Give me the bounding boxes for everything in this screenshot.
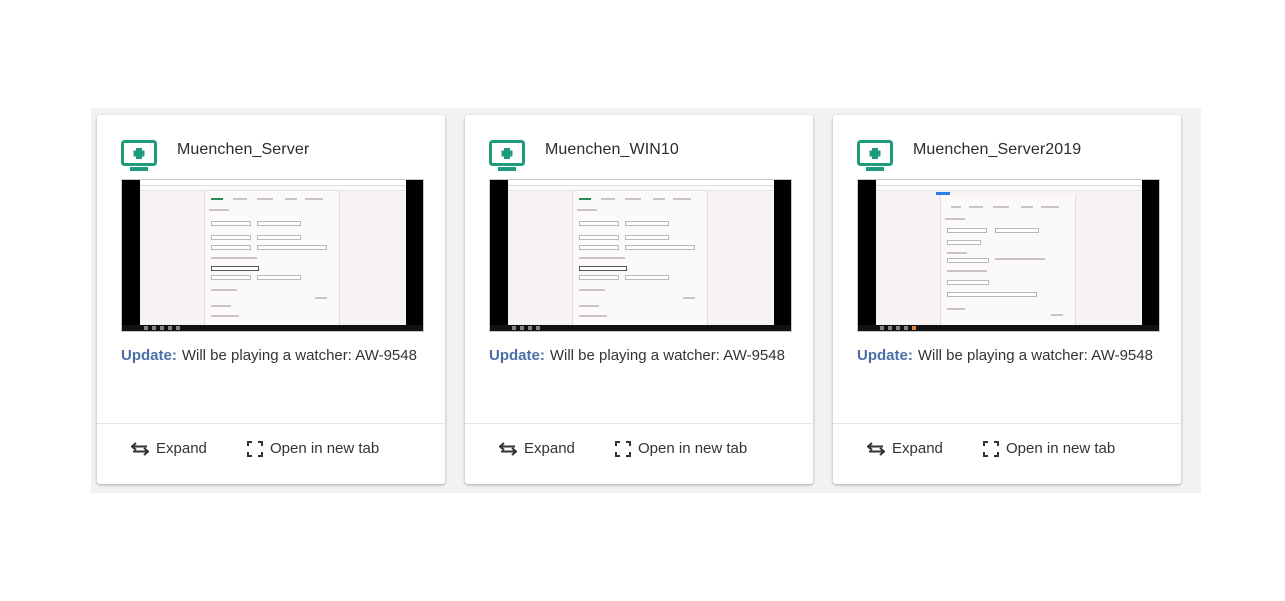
machine-title: Muenchen_WIN10 [545,141,679,158]
machine-title: Muenchen_Server2019 [913,141,1082,158]
update-label: Update: [121,347,177,364]
open-new-tab-button[interactable]: Open in new tab [615,440,747,457]
fullscreen-corners-icon [615,440,631,457]
divider [833,423,1181,424]
screen-thumbnail[interactable] [489,179,792,332]
machine-card: Muenchen_Server Update: Will be playing … [97,115,445,484]
swap-arrows-icon [499,441,517,456]
fullscreen-corners-icon [983,440,999,457]
update-text: Will be playing a watcher: AW-9548 [181,347,417,364]
update-message: Update: Will be playing a watcher: AW-954… [857,347,1153,364]
monitor-plus-icon [857,140,893,171]
expand-button[interactable]: Expand [131,440,207,457]
machines-panel: Muenchen_Server Update: Will be playing … [91,108,1201,493]
divider [465,423,813,424]
expand-button[interactable]: Expand [499,440,575,457]
update-message: Update: Will be playing a watcher: AW-954… [121,347,417,364]
machine-card: Muenchen_Server2019 Update: Will be play… [833,115,1181,484]
divider [97,423,445,424]
expand-label: Expand [524,440,575,457]
update-label: Update: [489,347,545,364]
open-new-tab-label: Open in new tab [638,440,748,457]
update-label: Update: [857,347,913,364]
open-new-tab-button[interactable]: Open in new tab [983,440,1115,457]
open-new-tab-button[interactable]: Open in new tab [247,440,379,457]
machine-card: Muenchen_WIN10 Update: Will be playing a… [465,115,813,484]
expand-button[interactable]: Expand [867,440,943,457]
machine-title: Muenchen_Server [177,141,310,158]
update-text: Will be playing a watcher: AW-9548 [917,347,1153,364]
expand-label: Expand [892,440,943,457]
monitor-plus-icon [121,140,157,171]
swap-arrows-icon [867,441,885,456]
screen-thumbnail[interactable] [857,179,1160,332]
swap-arrows-icon [131,441,149,456]
update-text: Will be playing a watcher: AW-9548 [549,347,785,364]
expand-label: Expand [156,440,207,457]
open-new-tab-label: Open in new tab [1006,440,1116,457]
screen-thumbnail[interactable] [121,179,424,332]
monitor-plus-icon [489,140,525,171]
update-message: Update: Will be playing a watcher: AW-954… [489,347,785,364]
fullscreen-corners-icon [247,440,263,457]
open-new-tab-label: Open in new tab [270,440,380,457]
